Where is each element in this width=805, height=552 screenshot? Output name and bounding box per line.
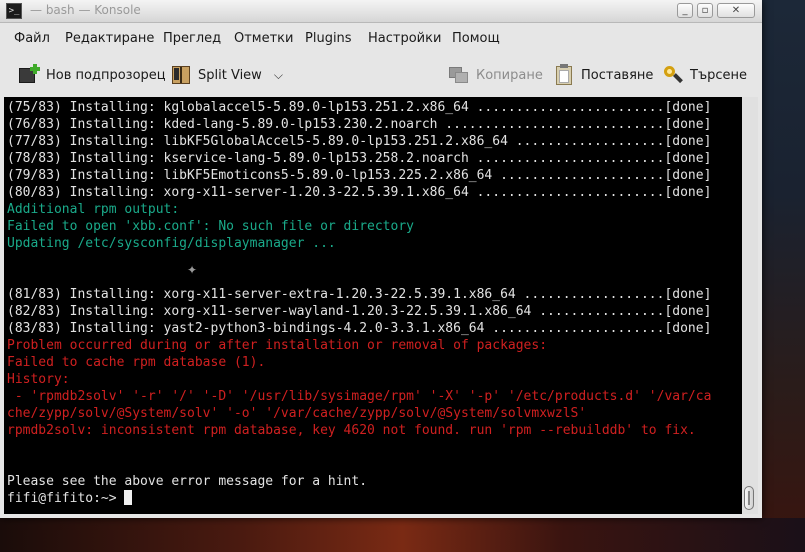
terminal-line: Problem occurred during or after install…	[7, 338, 548, 353]
prompt-text: fifi@fifito:~>	[7, 491, 125, 506]
split-view-label: Split View	[198, 67, 262, 83]
copy-label: Копиране	[476, 67, 543, 83]
menu-file[interactable]: Файл	[14, 31, 50, 46]
terminal-line: Failed to open 'xbb.conf': No such file …	[7, 219, 414, 234]
menu-plugins[interactable]: Plugins	[305, 31, 352, 46]
menu-view[interactable]: Преглед	[163, 31, 221, 46]
new-tab-label: Нов подпрозорец	[46, 67, 166, 83]
new-tab-icon	[18, 64, 40, 86]
new-tab-button[interactable]: Нов подпрозорец	[18, 63, 166, 87]
terminal-line: (83/83) Installing: yast2-python3-bindin…	[7, 321, 712, 336]
minimize-icon: _	[682, 5, 688, 16]
terminal-line: (75/83) Installing: kglobalaccel5-5.89.0…	[7, 100, 712, 115]
copy-icon	[448, 64, 470, 86]
menu-edit[interactable]: Редактиране	[65, 31, 154, 46]
find-label: Търсене	[690, 67, 748, 83]
search-icon	[662, 64, 684, 86]
terminal-line: Failed to cache rpm database (1).	[7, 355, 266, 370]
toolbar: Нов подпрозорец Split View ⌵ Копиране По…	[0, 53, 762, 96]
close-icon: ✕	[731, 5, 741, 16]
terminal-output[interactable]: (75/83) Installing: kglobalaccel5-5.89.0…	[4, 97, 742, 514]
menu-bookmarks[interactable]: Отметки	[234, 31, 293, 46]
paste-button[interactable]: Поставяне	[553, 63, 653, 87]
terminal-icon[interactable]: >_	[6, 3, 22, 19]
terminal-line: (77/83) Installing: libKF5GlobalAccel5-5…	[7, 134, 712, 149]
window-title: — bash — Konsole	[30, 3, 141, 17]
terminal-line: (76/83) Installing: kded-lang-5.89.0-lp1…	[7, 117, 712, 132]
text-cursor	[124, 490, 133, 505]
terminal-prompt: fifi@fifito:~>	[7, 490, 711, 507]
paste-icon	[553, 64, 575, 86]
sparkle-decoration: ✦	[187, 263, 198, 277]
menu-bar: Файл Редактиране Преглед Отметки Plugins…	[0, 23, 762, 53]
terminal-line: (81/83) Installing: xorg-x11-server-extr…	[7, 287, 712, 302]
terminal-line: Additional rpm output:	[7, 202, 180, 217]
maximize-icon: ▫	[701, 5, 709, 16]
konsole-window: >_ — bash — Konsole _ ▫ ✕ Файл Редактира…	[0, 0, 762, 518]
find-button[interactable]: Търсене	[662, 63, 747, 87]
terminal-line: History:	[7, 372, 70, 387]
terminal-line: (78/83) Installing: kservice-lang-5.89.0…	[7, 151, 712, 166]
terminal-line: Please see the above error message for a…	[7, 474, 368, 489]
paste-label: Поставяне	[581, 67, 654, 83]
terminal-text: (75/83) Installing: kglobalaccel5-5.89.0…	[7, 99, 711, 507]
terminal-line: rpmdb2solv: inconsistent rpm database, k…	[7, 423, 696, 438]
terminal-line: - 'rpmdb2solv' '-r' '/' '-D' '/usr/lib/s…	[7, 389, 712, 404]
title-bar[interactable]: >_ — bash — Konsole _ ▫ ✕	[0, 0, 762, 23]
desktop-background-bottom	[0, 518, 805, 552]
chevron-down-icon[interactable]: ⌵	[274, 68, 283, 83]
terminal-line: (79/83) Installing: libKF5Emoticons5-5.8…	[7, 168, 712, 183]
terminal-line: Updating /etc/sysconfig/displaymanager .…	[7, 236, 336, 251]
desktop-background	[762, 0, 805, 552]
maximize-button[interactable]: ▫	[697, 3, 713, 18]
scrollbar-thumb[interactable]	[744, 486, 754, 510]
close-button[interactable]: ✕	[717, 3, 755, 18]
terminal-line: (80/83) Installing: xorg-x11-server-1.20…	[7, 185, 712, 200]
terminal-line: (82/83) Installing: xorg-x11-server-wayl…	[7, 304, 712, 319]
scrollbar-track[interactable]	[742, 97, 758, 514]
split-view-icon	[170, 64, 192, 86]
terminal-line: che/zypp/solv/@System/solv' '-o' '/var/c…	[7, 406, 587, 421]
split-view-button[interactable]: Split View ⌵	[170, 63, 283, 87]
menu-settings[interactable]: Настройки	[368, 31, 441, 46]
menu-help[interactable]: Помощ	[452, 31, 500, 46]
minimize-button[interactable]: _	[677, 3, 693, 18]
copy-button[interactable]: Копиране	[448, 63, 543, 87]
